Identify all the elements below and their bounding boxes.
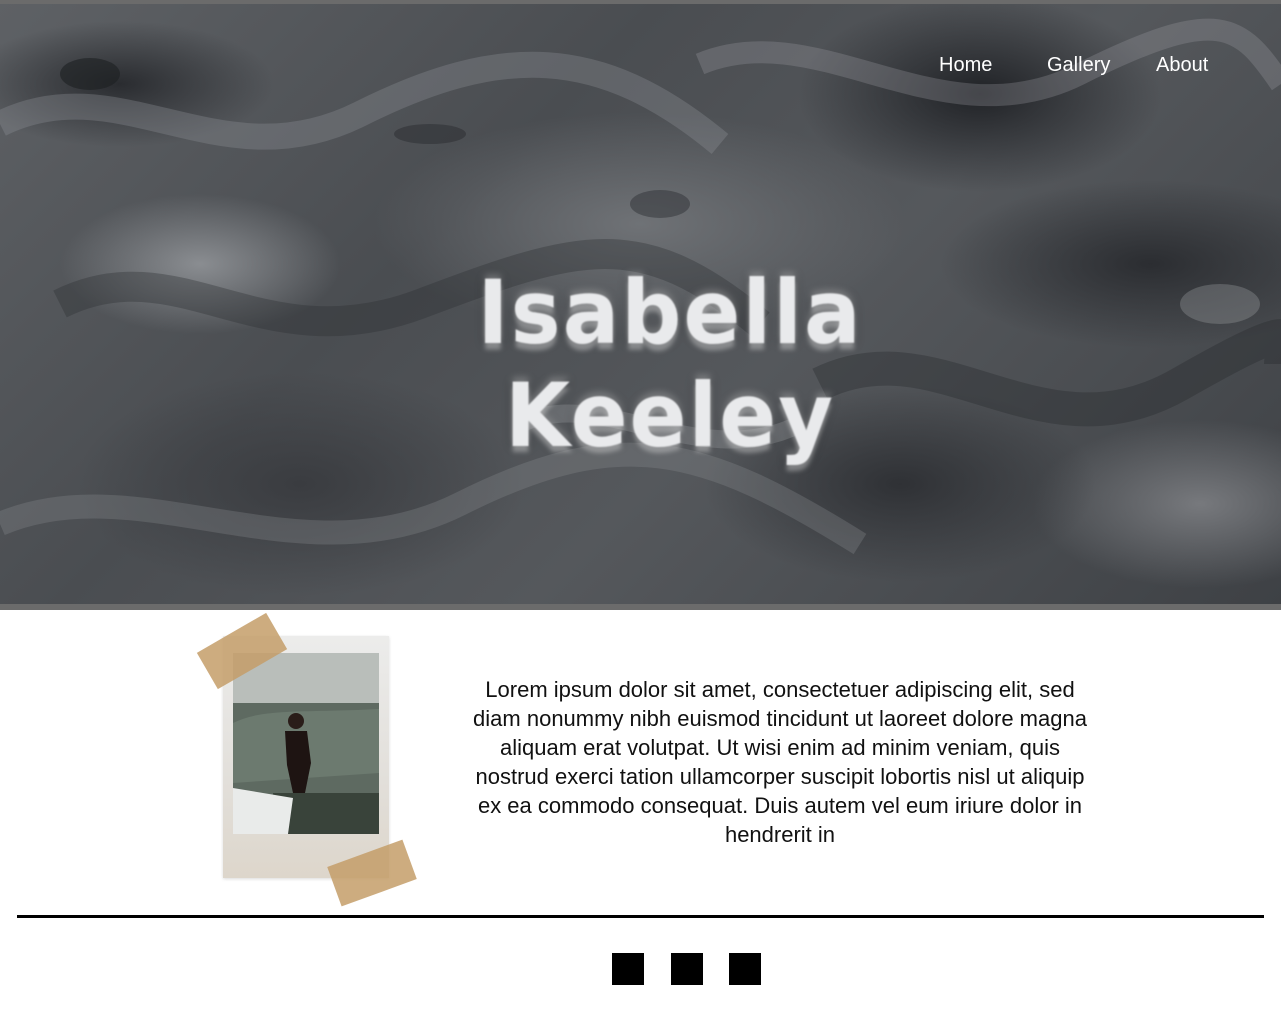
nav-home-link[interactable]: Home: [939, 54, 992, 77]
nav-about-link[interactable]: About: [1156, 54, 1208, 77]
nav-gallery-link[interactable]: Gallery: [1047, 54, 1110, 77]
hero-banner: Home Gallery About Isabella Keeley: [0, 4, 1281, 604]
square-icon[interactable]: [729, 953, 761, 985]
square-icon[interactable]: [612, 953, 644, 985]
hero-bottom-border: [0, 604, 1281, 610]
bio-paragraph: Lorem ipsum dolor sit amet, consectetuer…: [473, 677, 1087, 847]
footer-divider: [17, 915, 1264, 918]
polaroid-photo-frame: [223, 636, 389, 878]
square-icon[interactable]: [671, 953, 703, 985]
site-title: Isabella Keeley: [477, 261, 863, 467]
portrait-photo: [233, 653, 379, 834]
portrait-illustration: [233, 653, 379, 834]
